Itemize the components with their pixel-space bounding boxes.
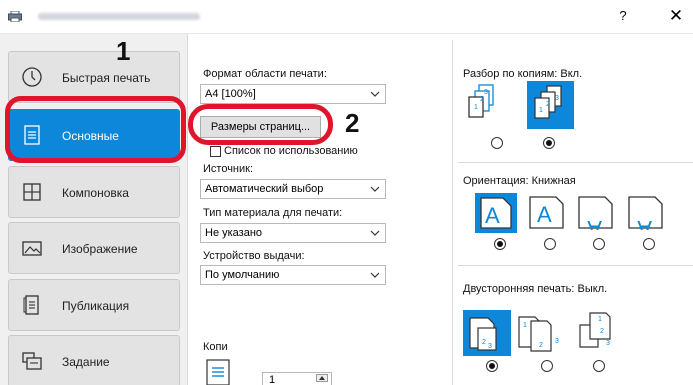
- svg-text:2: 2: [482, 339, 486, 346]
- source-value: Автоматический выбор: [205, 183, 324, 195]
- orientation-portrait-radio[interactable]: [494, 238, 506, 250]
- collate-value: Вкл.: [560, 68, 583, 80]
- duplex-long-edge-radio[interactable]: [541, 360, 553, 372]
- output-select[interactable]: По умолчанию: [200, 265, 386, 285]
- window-title-blurred: [38, 13, 200, 20]
- duplex-value: Выкл.: [577, 283, 608, 295]
- svg-text:2: 2: [480, 96, 484, 103]
- media-type-select[interactable]: Не указано: [200, 223, 386, 243]
- sidebar-item-publication[interactable]: Публикация: [8, 279, 180, 331]
- portrait-rotated-icon[interactable]: A: [577, 195, 614, 230]
- svg-text:3: 3: [484, 89, 488, 96]
- orientation-landscape-radio[interactable]: [544, 238, 556, 250]
- divider: [458, 265, 693, 266]
- close-button[interactable]: ✕: [667, 7, 685, 25]
- orientation-landscape-rotated-radio[interactable]: [643, 238, 655, 250]
- help-button[interactable]: ?: [616, 8, 630, 26]
- svg-text:2: 2: [600, 328, 604, 335]
- sidebar-item-label: Изображение: [62, 242, 138, 256]
- copies-value: 1: [269, 374, 276, 385]
- chevron-down-icon: [370, 230, 380, 236]
- stepper-up-icon[interactable]: [316, 374, 328, 382]
- simplex-icon: 2 3: [469, 317, 497, 351]
- collate-off-icon[interactable]: 3 2 1: [465, 83, 501, 131]
- duplex-label: Двусторонняя печать: Выкл.: [463, 283, 607, 295]
- output-label: Устройство выдачи:: [203, 250, 305, 262]
- svg-text:A: A: [485, 203, 500, 228]
- chevron-down-icon: [370, 186, 380, 192]
- sidebar-item-label: Быстрая печать: [62, 71, 151, 85]
- portrait-icon: A: [480, 197, 512, 229]
- collate-label: Разбор по копиям: Вкл.: [463, 68, 582, 80]
- image-icon: [22, 241, 42, 256]
- orientation-label: Ориентация: Книжная: [463, 175, 576, 187]
- duplex-short-edge-icon[interactable]: 1 2 3: [576, 311, 620, 351]
- svg-text:A: A: [637, 216, 652, 230]
- duplex-label-text: Двусторонняя печать:: [463, 283, 575, 295]
- svg-text:1: 1: [539, 107, 543, 114]
- svg-text:1: 1: [474, 104, 478, 111]
- copies-stepper[interactable]: 1: [262, 372, 332, 385]
- collate-off-radio[interactable]: [491, 137, 503, 149]
- media-type-label: Тип материала для печати:: [203, 207, 343, 219]
- chevron-down-icon: [370, 272, 380, 278]
- print-area-value: A4 [100%]: [205, 88, 256, 100]
- svg-text:A: A: [537, 202, 552, 227]
- print-area-label: Формат области печати:: [203, 68, 327, 80]
- svg-text:3: 3: [555, 95, 559, 102]
- svg-text:1: 1: [598, 316, 602, 323]
- source-label: Источник:: [203, 163, 254, 175]
- job-icon: [22, 352, 42, 370]
- collate-on-selected[interactable]: 3 2 1: [527, 81, 574, 129]
- collate-label-text: Разбор по копиям:: [463, 68, 558, 80]
- duplex-long-edge-icon[interactable]: 1 2 3: [517, 313, 567, 353]
- svg-text:2: 2: [539, 342, 543, 349]
- chevron-down-icon: [370, 91, 380, 97]
- svg-text:A: A: [587, 216, 602, 230]
- sidebar-item-job[interactable]: Задание: [8, 335, 180, 385]
- sidebar-item-image[interactable]: Изображение: [8, 222, 180, 274]
- sidebar-item-label: Задание: [62, 355, 110, 369]
- divider: [452, 40, 453, 385]
- callout-ring-1: [5, 96, 186, 163]
- output-value: По умолчанию: [205, 269, 280, 281]
- landscape-rotated-icon[interactable]: A: [627, 195, 664, 230]
- media-type-value: Не указано: [205, 227, 263, 239]
- printer-icon: [8, 11, 22, 22]
- callout-ring-2: [188, 104, 333, 145]
- svg-text:1: 1: [523, 322, 527, 329]
- sidebar-item-layout[interactable]: Компоновка: [8, 166, 180, 218]
- duplex-short-edge-radio[interactable]: [593, 360, 605, 372]
- use-list-label: Список по использованию: [224, 145, 358, 157]
- orientation-portrait-rotated-radio[interactable]: [593, 238, 605, 250]
- callout-number-1: 1: [116, 36, 131, 66]
- publication-icon: [23, 295, 39, 315]
- clock-icon: [22, 67, 42, 87]
- use-list-checkbox[interactable]: [210, 146, 221, 157]
- collate-on-icon: 3 2 1: [534, 85, 562, 119]
- orientation-value: Книжная: [531, 175, 576, 187]
- title-bar: ? ✕: [0, 0, 693, 34]
- copies-label: Копи: [203, 341, 228, 353]
- svg-text:3: 3: [488, 343, 492, 350]
- orientation-label-text: Ориентация:: [463, 175, 529, 187]
- svg-text:2: 2: [546, 101, 550, 108]
- duplex-off-radio[interactable]: [486, 360, 498, 372]
- divider: [458, 162, 693, 163]
- orientation-portrait-selected[interactable]: A: [475, 193, 517, 233]
- print-area-select[interactable]: A4 [100%]: [200, 84, 386, 104]
- sidebar-item-label: Компоновка: [62, 186, 129, 200]
- collate-on-radio[interactable]: [543, 137, 555, 149]
- svg-text:3: 3: [606, 340, 610, 347]
- callout-number-2: 2: [345, 108, 360, 138]
- duplex-off-selected[interactable]: 2 3: [463, 310, 511, 356]
- source-select[interactable]: Автоматический выбор: [200, 179, 386, 199]
- sidebar-item-label: Публикация: [62, 299, 130, 313]
- copies-icon: [206, 359, 230, 385]
- svg-text:3: 3: [555, 338, 559, 345]
- layout-grid-icon: [23, 183, 41, 201]
- landscape-icon[interactable]: A: [528, 195, 565, 230]
